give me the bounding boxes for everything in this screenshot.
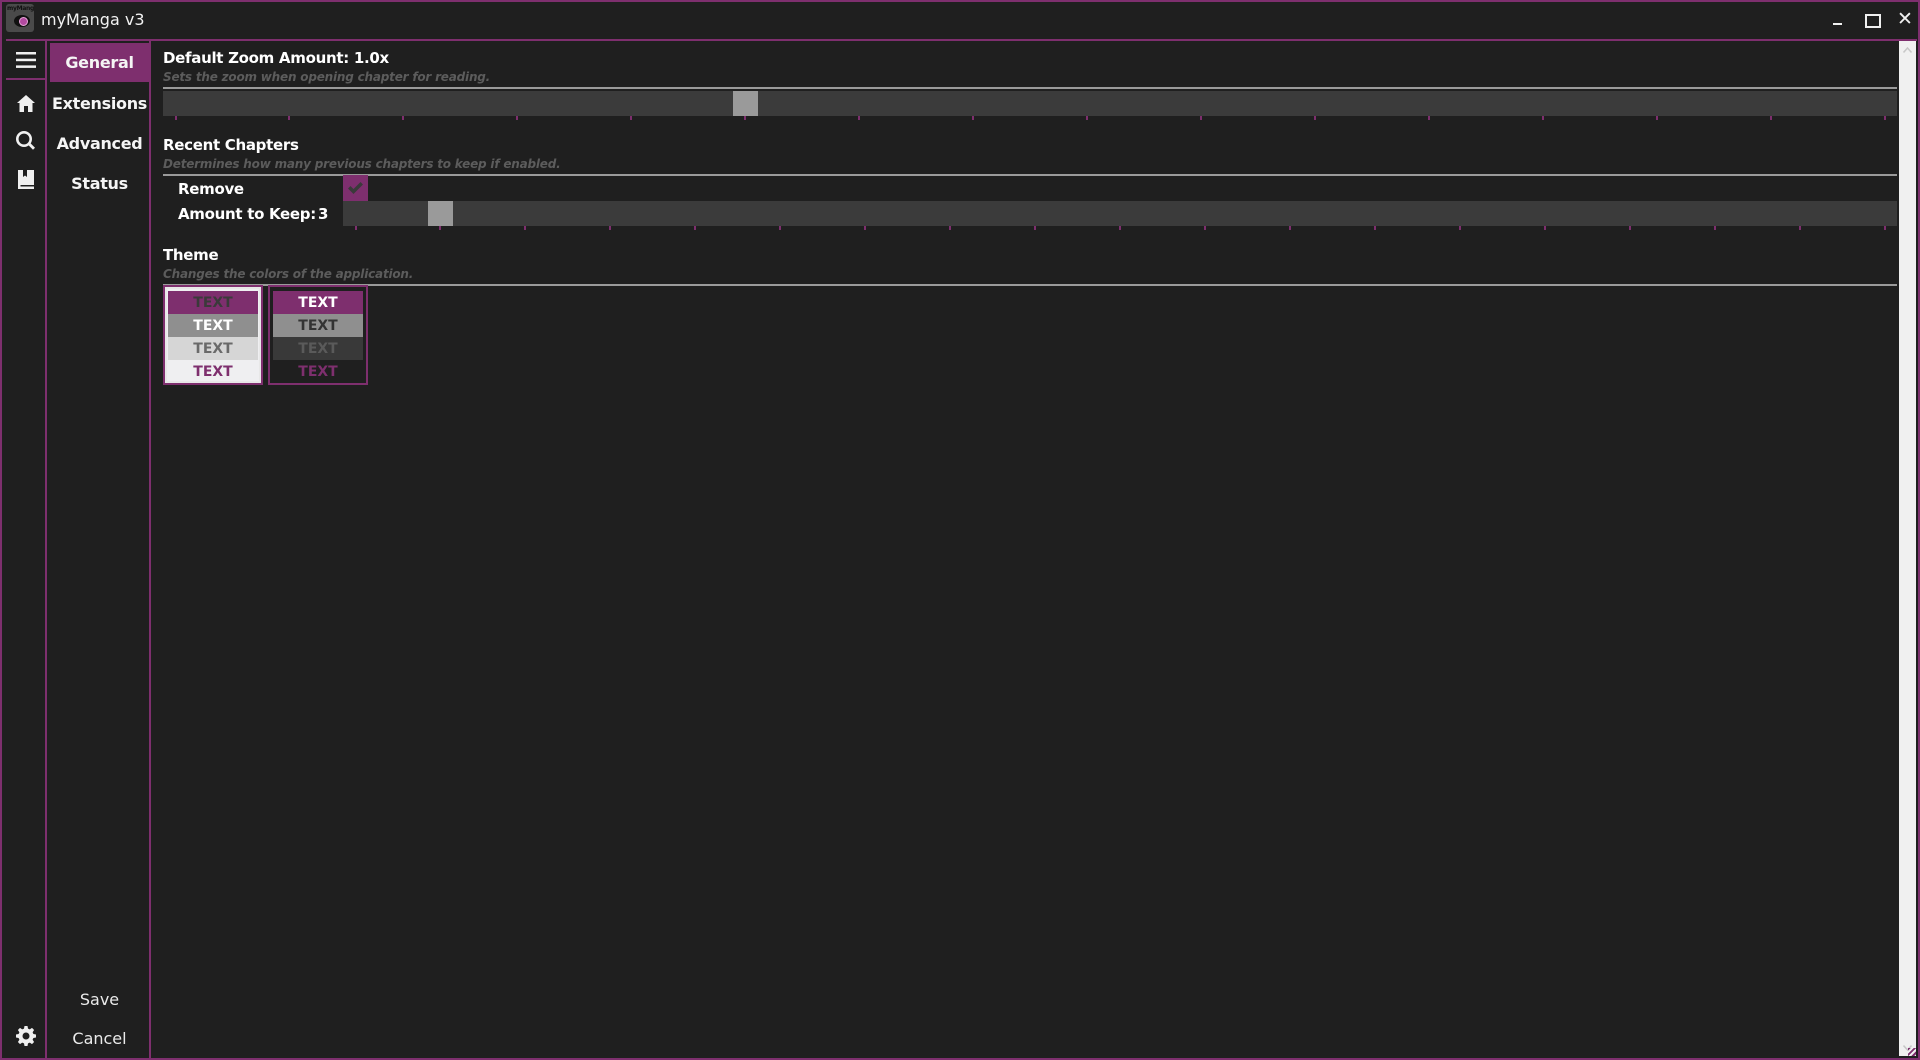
slider-tick (972, 116, 975, 120)
slider-tick (630, 116, 633, 120)
slider-tick (1373, 226, 1376, 230)
section-divider (163, 284, 1897, 286)
scroll-up-button[interactable] (1899, 41, 1916, 58)
zoom-description: Sets the zoom when opening chapter for r… (163, 70, 491, 84)
slider-tick (744, 116, 747, 120)
slider-tick (858, 116, 861, 120)
save-button[interactable]: Save (50, 984, 149, 1014)
amount-to-keep-value: 3 (318, 205, 329, 223)
nav-item-extensions[interactable]: Extensions (50, 84, 149, 123)
slider-tick (1085, 116, 1088, 120)
slider-tick (174, 116, 177, 120)
search-button[interactable] (6, 122, 45, 158)
amount-to-keep-label: Amount to Keep: (178, 205, 316, 223)
slider-tick (609, 226, 612, 230)
slider-tick (1288, 226, 1291, 230)
remove-checkbox[interactable] (343, 175, 368, 201)
theme-title: Theme (163, 246, 219, 264)
zoom-setting: Default Zoom Amount: 1.0x Sets the zoom … (163, 49, 1897, 120)
book-icon (17, 169, 34, 189)
gear-icon (15, 1026, 36, 1046)
vertical-scrollbar[interactable] (1899, 41, 1916, 1056)
slider-tick (1541, 116, 1544, 120)
swatch-row: TEXT (273, 291, 363, 314)
swatch-row: TEXT (168, 337, 258, 360)
slider-tick (1313, 116, 1316, 120)
zoom-slider-thumb[interactable] (732, 91, 758, 116)
recent-description: Determines how many previous chapters to… (163, 157, 561, 171)
slider-tick (779, 226, 782, 230)
nav-item-advanced[interactable]: Advanced (50, 124, 149, 163)
app-window: myManga myManga v3 ✕ General Extensions … (0, 0, 1920, 1060)
library-button[interactable] (6, 161, 45, 197)
title-bar[interactable]: myManga myManga v3 ✕ (2, 2, 1918, 39)
logo-iris (19, 17, 28, 26)
swatch-row: TEXT (273, 337, 363, 360)
close-icon: ✕ (1897, 9, 1913, 30)
minimize-button[interactable] (1826, 8, 1852, 32)
slider-tick (1769, 116, 1772, 120)
slider-tick (1427, 116, 1430, 120)
settings-nav: General Extensions Advanced Status Save … (47, 41, 151, 1058)
slider-tick (1655, 116, 1658, 120)
home-icon (16, 94, 35, 112)
slider-tick (1883, 226, 1886, 230)
settings-button[interactable] (6, 1018, 45, 1054)
slider-tick (864, 226, 867, 230)
slider-tick (949, 226, 952, 230)
menu-button[interactable] (6, 41, 45, 80)
theme-setting: Theme Changes the colors of the applicat… (163, 246, 1897, 385)
cancel-button[interactable]: Cancel (50, 1023, 149, 1053)
slider-tick (1203, 226, 1206, 230)
slider-tick (1798, 226, 1801, 230)
app-logo-icon: myManga (6, 4, 34, 32)
slider-tick (516, 116, 519, 120)
icon-rail (6, 41, 47, 1058)
chevron-up-icon (1903, 46, 1912, 53)
settings-content: Default Zoom Amount: 1.0x Sets the zoom … (152, 41, 1897, 1058)
section-divider (163, 174, 1897, 176)
section-divider (163, 87, 1897, 89)
recent-chapters-setting: Recent Chapters Determines how many prev… (163, 136, 1897, 230)
close-button[interactable]: ✕ (1892, 8, 1918, 32)
slider-tick (694, 226, 697, 230)
nav-item-status[interactable]: Status (50, 164, 149, 203)
app-logo-text: myManga (7, 5, 34, 12)
theme-option-dark[interactable]: TEXT TEXT TEXT TEXT (268, 285, 368, 385)
slider-tick (1883, 116, 1886, 120)
slider-tick (1628, 226, 1631, 230)
swatch-row: TEXT (193, 363, 233, 380)
slider-tick (439, 226, 442, 230)
slider-tick (1543, 226, 1546, 230)
checkmark-icon (348, 182, 363, 194)
resize-grip[interactable] (1908, 1048, 1916, 1056)
slider-tick (402, 116, 405, 120)
swatch-row: TEXT (298, 363, 338, 380)
maximize-button[interactable] (1859, 8, 1885, 32)
slider-tick (354, 226, 357, 230)
theme-option-light[interactable]: TEXT TEXT TEXT TEXT (163, 285, 263, 385)
slider-tick (1199, 116, 1202, 120)
nav-item-general[interactable]: General (50, 43, 149, 82)
slider-tick (1034, 226, 1037, 230)
swatch-row: TEXT (168, 314, 258, 337)
zoom-title: Default Zoom Amount: 1.0x (163, 49, 389, 67)
amount-slider[interactable] (343, 201, 1897, 230)
slider-tick (1119, 226, 1121, 230)
zoom-slider[interactable] (163, 91, 1897, 120)
window-title: myManga v3 (41, 10, 145, 29)
search-icon (16, 130, 35, 150)
slider-tick (1713, 226, 1716, 230)
hamburger-icon (15, 51, 36, 68)
amount-slider-thumb[interactable] (427, 201, 453, 226)
remove-label: Remove (178, 180, 244, 198)
swatch-row: TEXT (168, 291, 258, 314)
slider-tick (524, 226, 527, 230)
swatch-row: TEXT (273, 314, 363, 337)
recent-title: Recent Chapters (163, 136, 299, 154)
slider-tick (288, 116, 291, 120)
slider-tick (1458, 226, 1461, 230)
home-button[interactable] (6, 85, 45, 121)
theme-description: Changes the colors of the application. (163, 267, 414, 281)
